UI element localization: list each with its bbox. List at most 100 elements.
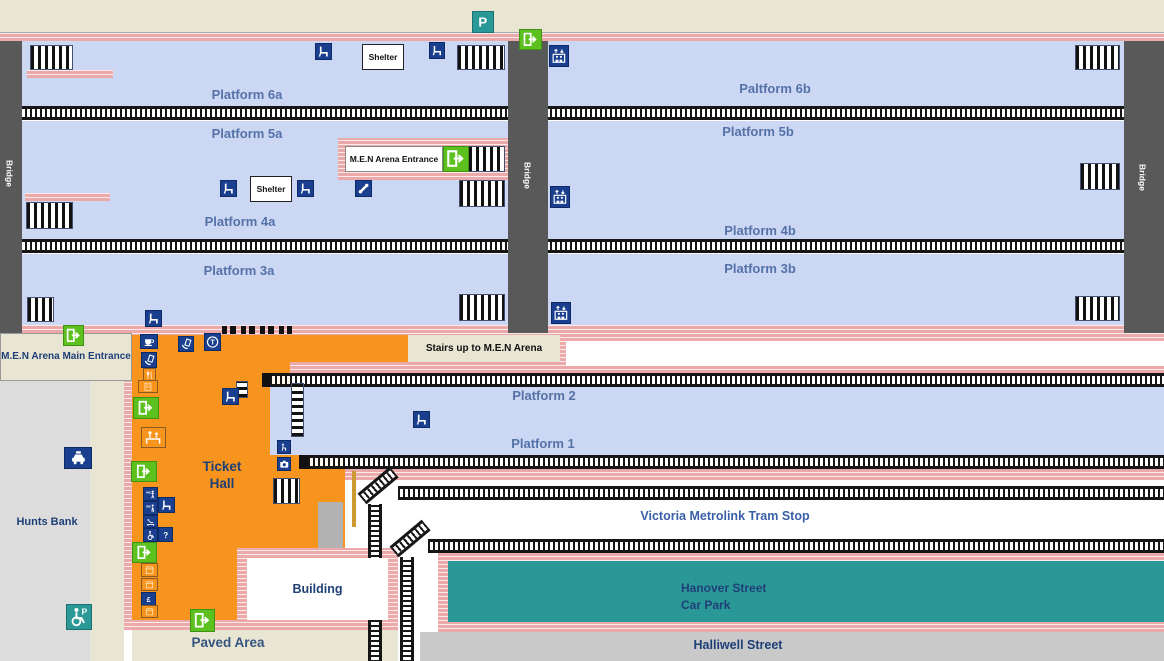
telephones-icon: T — [204, 333, 221, 351]
label-hunts-bank: Hunts Bank — [16, 516, 77, 530]
travel-centre-icon — [141, 427, 166, 448]
platform-island-3 — [0, 254, 1164, 325]
entrance-hall-1-icon — [133, 397, 159, 419]
svg-text:T: T — [210, 339, 215, 346]
tram-track-inner-h — [428, 539, 1164, 553]
vending-icon — [138, 380, 158, 393]
platform-island-5-4 — [0, 121, 1164, 239]
track-platform-1 — [308, 455, 1164, 469]
halliwell-street-road — [420, 632, 1164, 661]
shop-2-icon — [141, 578, 158, 591]
stairs-rightbridge-bottom — [1075, 296, 1120, 321]
lift-top-icon — [549, 45, 569, 67]
seat-p3-icon — [145, 310, 162, 327]
label-platform-6a: Platform 6a — [212, 87, 283, 103]
label-halliwell-street: Halliwell Street — [694, 638, 783, 654]
label-paved-area: Paved Area — [191, 635, 264, 652]
top-banner — [0, 0, 1164, 33]
platform-island-2-1 — [270, 387, 1164, 455]
seat-p2-icon — [413, 411, 430, 428]
stairs-brick-strip-topleft — [27, 70, 113, 78]
entrance-top-icon — [519, 29, 542, 50]
track-north — [0, 106, 1164, 120]
track-middle — [0, 239, 1164, 253]
label-platform-2: Platform 2 — [512, 388, 576, 404]
stairs-rightbridge-mid — [1080, 163, 1120, 190]
stairs-left-mid — [26, 202, 73, 229]
tram-brick-top — [345, 469, 1164, 480]
svg-text:?: ? — [163, 531, 168, 540]
svg-text:wc: wc — [145, 504, 151, 508]
seat-p4-right-icon — [297, 180, 314, 197]
tram-track-inner-curve — [390, 520, 431, 558]
svg-text:£: £ — [147, 597, 151, 604]
label-bridge-middle: Bridge — [522, 162, 533, 189]
ticket-office-icon — [178, 336, 194, 352]
stairs-topleft — [30, 45, 73, 70]
label-bridge-right: Bridge — [1137, 164, 1148, 191]
shop-1-icon — [141, 563, 158, 577]
ramp-edge — [352, 471, 356, 527]
lift-mid-icon — [550, 186, 570, 208]
label-platform-5b: Platform 5b — [722, 124, 794, 140]
entrance-hall-2-icon — [131, 461, 157, 482]
cycle-racks — [222, 326, 292, 334]
shelter-box-top: Shelter — [362, 44, 404, 70]
svg-text:wc: wc — [145, 490, 151, 494]
lift-bottom-icon — [551, 302, 571, 324]
hanover-carpark — [448, 561, 1164, 622]
taxi-rank-icon — [64, 447, 92, 469]
label-platform-6b: Paltform 6b — [739, 81, 811, 97]
baby-change-icon — [143, 515, 158, 528]
label-platform-4a: Platform 4a — [205, 214, 276, 230]
toilets-men-icon: wc — [143, 487, 158, 501]
seat-hall-lower-icon — [158, 497, 175, 513]
pavement-strip — [90, 381, 124, 661]
stairs-top-rightbridge — [1075, 45, 1120, 70]
footbridge-corridor — [566, 341, 1164, 366]
shop-3-icon — [141, 605, 158, 618]
label-platform-3a: Platform 3a — [204, 263, 275, 279]
accessible-parking-icon: P — [66, 604, 92, 630]
entrance-main-icon — [63, 325, 84, 346]
label-hanover-street: Hanover Street — [681, 581, 766, 596]
svg-text:P: P — [479, 15, 488, 30]
label-hanover-carpark: Car Park — [681, 598, 730, 613]
arena-entrance-label: M.E.N Arena Entrance — [345, 146, 443, 172]
stairs-up-label: Stairs up to M.E.N Arena — [408, 335, 560, 362]
label-platform-4b: Platform 4b — [724, 223, 796, 239]
seat-p6-right-icon — [429, 42, 445, 59]
toilets-women-icon: wc — [143, 501, 158, 515]
stairs-ticket-hall — [273, 478, 300, 504]
ticket-hall-brick-bottom — [124, 620, 237, 630]
tram-track-inner-v — [400, 557, 414, 661]
station-map: Access to M.E.N Arena and NCP Car Park S… — [0, 0, 1164, 661]
seat-p4-left-icon — [220, 180, 237, 197]
buffer-stop-platform2 — [262, 373, 271, 387]
seat-p6-left-icon — [315, 43, 332, 60]
parking-icon: P — [472, 11, 494, 33]
stairs-midbridge-bottom — [459, 294, 505, 321]
bridge-left — [0, 41, 22, 333]
phone-p4-icon — [355, 180, 372, 197]
tram-track-outer-h — [398, 486, 1164, 500]
help-point-icon: ? — [158, 527, 173, 542]
track-platform-2 — [270, 373, 1164, 387]
label-platform-3b: Platform 3b — [724, 261, 796, 277]
walkway-brick-islands-bottom — [0, 325, 1164, 333]
stairs-left-bottom — [27, 297, 54, 322]
label-ticket-hall: Ticket Hall — [203, 459, 242, 493]
buffer-stop-platform1 — [299, 455, 308, 469]
label-tram-stop: Victoria Metrolink Tram Stop — [640, 509, 809, 525]
entrance-hall-3-icon — [132, 542, 157, 563]
svg-text:P: P — [82, 607, 88, 617]
photo-booth-icon — [277, 457, 291, 471]
refreshments-icon — [140, 334, 158, 349]
stairs-arena-entrance — [468, 146, 505, 172]
stairs-brick-strip-left — [25, 193, 110, 201]
cash-machine-icon: £ — [141, 592, 156, 606]
building-label: Building — [247, 558, 388, 620]
label-bridge-left: Bridge — [4, 160, 15, 187]
stairs-platform2-access — [291, 383, 304, 437]
label-platform-5a: Platform 5a — [212, 126, 283, 142]
